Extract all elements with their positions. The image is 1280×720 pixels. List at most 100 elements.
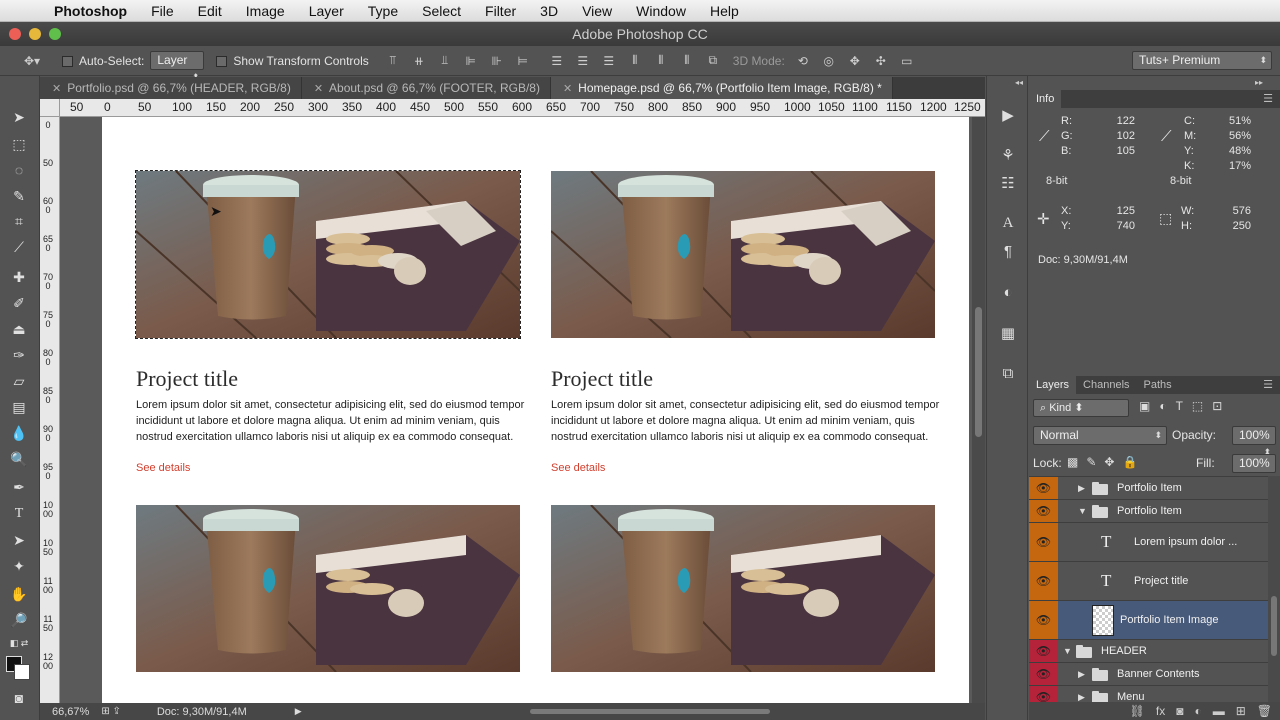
menu-help[interactable]: Help — [698, 0, 751, 22]
auto-select-checkbox[interactable] — [62, 54, 79, 68]
menu-app[interactable]: Photoshop — [40, 0, 139, 22]
zoom-tool-icon[interactable]: 🔎 — [8, 609, 30, 631]
zoom-window-button[interactable] — [49, 28, 61, 40]
visibility-eye-icon[interactable]: 👁 — [1029, 500, 1058, 522]
collapse-dock-icon[interactable]: ◂◂ — [1015, 78, 1023, 87]
menu-3d[interactable]: 3D — [528, 0, 570, 22]
tab-portfolio[interactable]: ✕ Portfolio.psd @ 66,7% (HEADER, RGB/8) — [40, 77, 302, 99]
layer-row[interactable]: 👁 ▼ Portfolio Item — [1029, 500, 1268, 523]
blur-tool-icon[interactable]: 💧 — [8, 422, 30, 444]
3d-pan-icon[interactable]: ✥ — [845, 51, 865, 71]
close-tab-icon[interactable]: ✕ — [563, 83, 572, 95]
layer-filter-icons[interactable]: ▣◐T⬚⊡ — [1139, 399, 1231, 413]
visibility-eye-icon[interactable]: 👁 — [1029, 601, 1058, 639]
gradient-tool-icon[interactable]: ▤ — [8, 396, 30, 418]
align-vcenter-icon[interactable]: ⧺ — [409, 51, 429, 71]
clone-stamp-tool-icon[interactable]: ⏏ — [8, 318, 30, 340]
visibility-eye-icon[interactable]: 👁 — [1029, 686, 1058, 702]
quick-mask-icon[interactable]: ◙ — [8, 687, 30, 709]
actions-icon[interactable]: ▶ — [997, 104, 1019, 126]
status-preview-icon[interactable]: ⊞ ⇪ — [101, 706, 121, 717]
adjustments-icon[interactable]: ☷ — [997, 172, 1019, 194]
minimize-window-button[interactable] — [29, 28, 41, 40]
shape-tool-icon[interactable]: ✦ — [8, 555, 30, 577]
opacity-field[interactable]: 100% — [1232, 426, 1276, 461]
eyedropper-tool-icon[interactable]: ⟋ — [8, 236, 30, 258]
link-layers-icon[interactable]: ⛓ — [1130, 704, 1145, 718]
close-window-button[interactable] — [9, 28, 21, 40]
visibility-eye-icon[interactable]: 👁 — [1029, 523, 1058, 561]
layer-mask-icon[interactable]: ◙ — [1176, 704, 1183, 718]
move-tool-preset-icon[interactable]: ✥▾ — [22, 51, 42, 71]
layers-scroll-thumb[interactable] — [1271, 596, 1277, 656]
vertical-scroll-thumb[interactable] — [975, 307, 982, 437]
menu-window[interactable]: Window — [624, 0, 698, 22]
new-group-icon[interactable]: ▬ — [1213, 704, 1225, 718]
horizontal-scroll-thumb[interactable] — [530, 709, 770, 714]
collapse-arrow-icon[interactable]: ▼ — [1063, 646, 1072, 656]
document-canvas[interactable]: Project title Lorem ipsum dolor sit amet… — [102, 117, 969, 703]
marquee-tool-icon[interactable]: ⬚ — [8, 133, 30, 155]
collapse-panels-icon[interactable]: ▸▸ — [1255, 78, 1263, 87]
card-2-link[interactable]: See details — [551, 462, 605, 474]
workspace-dropdown[interactable]: Tuts+ Premium — [1132, 51, 1272, 70]
close-tab-icon[interactable]: ✕ — [52, 83, 61, 95]
brush-tool-icon[interactable]: ✐ — [8, 292, 30, 314]
menu-select[interactable]: Select — [410, 0, 473, 22]
pen-tool-icon[interactable]: ✒ — [8, 476, 30, 498]
distribute-vcenter-icon[interactable]: ☰ — [573, 51, 593, 71]
move-tool-icon[interactable]: ➤ — [8, 106, 30, 128]
layer-row[interactable]: 👁 ▶ Portfolio Item — [1029, 477, 1268, 500]
path-selection-tool-icon[interactable]: ➤ — [8, 529, 30, 551]
swatches-icon[interactable]: ▦ — [997, 322, 1019, 344]
layers-scrollbar[interactable] — [1268, 476, 1280, 702]
color-icon[interactable]: ◐ — [997, 281, 1019, 303]
visibility-eye-icon[interactable]: 👁 — [1029, 477, 1058, 499]
menu-view[interactable]: View — [570, 0, 624, 22]
brush-presets-icon[interactable]: ⚘ — [997, 144, 1019, 166]
close-tab-icon[interactable]: ✕ — [314, 83, 323, 95]
align-hcenter-icon[interactable]: ⊪ — [487, 51, 507, 71]
lock-icons[interactable]: ▩✎✥🔒 — [1067, 455, 1145, 469]
3d-rotate-icon[interactable]: ⟲ — [793, 51, 813, 71]
type-tool-icon[interactable]: T — [8, 503, 30, 525]
menu-type[interactable]: Type — [356, 0, 410, 22]
status-menu-arrow-icon[interactable]: ▶ — [295, 706, 302, 717]
crop-tool-icon[interactable]: ⌗ — [8, 210, 30, 232]
collapse-arrow-icon[interactable]: ▼ — [1078, 506, 1087, 516]
card-1-link[interactable]: See details — [136, 462, 190, 474]
layer-row[interactable]: 👁 ▼ HEADER — [1029, 640, 1268, 663]
layer-style-icon[interactable]: fx — [1156, 704, 1165, 718]
layer-filter-dropdown[interactable]: ⌕ Kind ⬍ — [1033, 399, 1129, 417]
menu-edit[interactable]: Edit — [186, 0, 234, 22]
zoom-level[interactable]: 66,67% — [52, 706, 89, 718]
libraries-icon[interactable]: ⧉ — [997, 362, 1019, 384]
distribute-hcenter-icon[interactable]: ⫴ — [651, 51, 671, 71]
menu-filter[interactable]: Filter — [473, 0, 528, 22]
dodge-tool-icon[interactable]: 🔍 — [8, 448, 30, 470]
layer-row[interactable]: 👁 T Project title — [1029, 562, 1268, 601]
adjustment-layer-icon[interactable]: ◐ — [1194, 704, 1201, 718]
menu-file[interactable]: File — [139, 0, 186, 22]
quick-select-tool-icon[interactable]: ✎ — [8, 185, 30, 207]
delete-layer-icon[interactable]: 🗑 — [1257, 704, 1272, 718]
distribute-top-icon[interactable]: ☰ — [547, 51, 567, 71]
panel-menu-icon[interactable]: ☰ — [1256, 90, 1280, 108]
layer-row[interactable]: 👁 ▶ Banner Contents — [1029, 663, 1268, 686]
tab-layers[interactable]: Layers — [1029, 376, 1077, 394]
3d-scale-icon[interactable]: ▭ — [897, 51, 917, 71]
fill-field[interactable]: 100% — [1232, 454, 1276, 489]
blend-mode-dropdown[interactable]: Normal — [1033, 426, 1167, 445]
panel-menu-icon[interactable]: ☰ — [1256, 376, 1280, 394]
history-brush-tool-icon[interactable]: ✑ — [8, 344, 30, 366]
visibility-eye-icon[interactable]: 👁 — [1029, 640, 1058, 662]
menu-layer[interactable]: Layer — [297, 0, 356, 22]
vertical-ruler[interactable]: 0 50 600 650 700 750 800 850 900 950 1000 1050 1100 1… — [40, 117, 60, 703]
hand-tool-icon[interactable]: ✋ — [8, 583, 30, 605]
tab-about[interactable]: ✕ About.psd @ 66,7% (FOOTER, RGB/8) — [301, 77, 551, 99]
align-left-icon[interactable]: ⊫ — [461, 51, 481, 71]
show-transform-checkbox[interactable] — [216, 54, 233, 68]
expand-arrow-icon[interactable]: ▶ — [1078, 669, 1085, 680]
paragraph-icon[interactable]: ¶ — [997, 240, 1019, 262]
tab-info[interactable]: Info — [1029, 90, 1062, 108]
